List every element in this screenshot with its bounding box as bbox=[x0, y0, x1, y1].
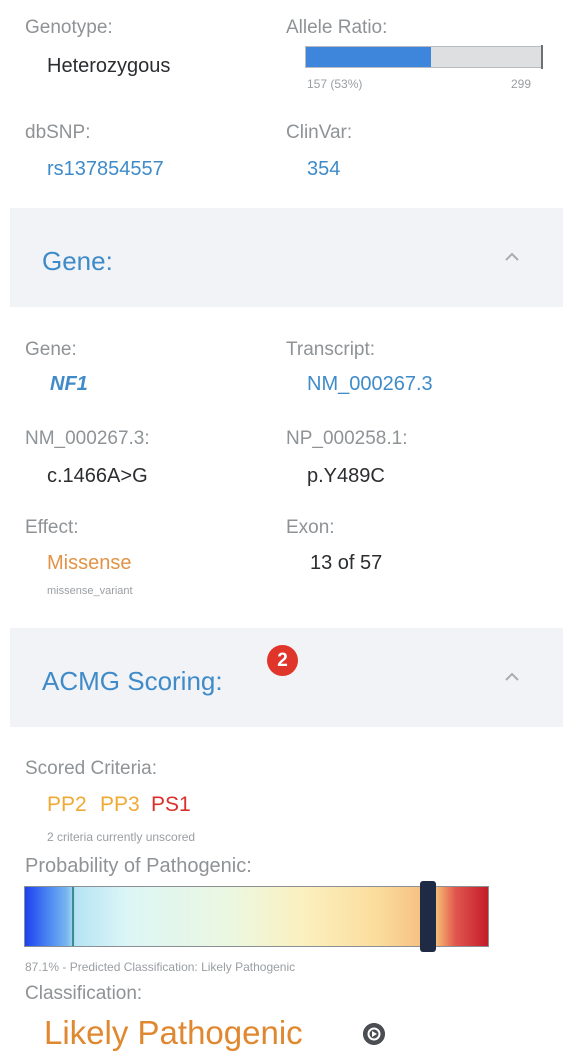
dbsnp-link[interactable]: rs137854557 bbox=[47, 158, 164, 181]
transcript-label: Transcript: bbox=[286, 339, 376, 360]
unscored-note: 2 criteria currently unscored bbox=[47, 830, 196, 844]
effect-subtype: missense_variant bbox=[47, 585, 133, 597]
exon-value: 13 of 57 bbox=[310, 552, 383, 574]
gene-section-title: Gene: bbox=[42, 246, 113, 276]
probability-caption: 87.1% - Predicted Classification: Likely… bbox=[25, 960, 296, 974]
cdna-value: c.1466A>G bbox=[47, 465, 148, 487]
clinvar-link[interactable]: 354 bbox=[307, 158, 340, 181]
variant-detail-panel: Genotype: Heterozygous Allele Ratio: 157… bbox=[0, 0, 563, 1055]
chevron-up-icon[interactable] bbox=[503, 250, 521, 264]
chevron-up-icon[interactable] bbox=[503, 670, 521, 684]
allele-ratio-bar bbox=[305, 45, 543, 69]
protein-value: p.Y489C bbox=[307, 465, 385, 487]
effect-value: Missense bbox=[47, 552, 132, 574]
gene-label: Gene: bbox=[25, 339, 77, 360]
allele-ratio-fill bbox=[306, 47, 431, 67]
effect-label: Effect: bbox=[25, 517, 79, 538]
criterion-pp3[interactable]: PP3 bbox=[100, 793, 140, 817]
allele-ratio-count: 157 (53%) bbox=[307, 77, 363, 91]
acmg-section-header[interactable]: ACMG Scoring: bbox=[10, 628, 563, 727]
notification-badge: 2 bbox=[267, 645, 298, 676]
exon-label: Exon: bbox=[286, 517, 335, 538]
acmg-section-title: ACMG Scoring: bbox=[42, 666, 223, 696]
classification-value: Likely Pathogenic bbox=[44, 1014, 303, 1051]
probability-marker bbox=[420, 881, 436, 952]
genotype-value: Heterozygous bbox=[47, 55, 171, 77]
transcript-link[interactable]: NM_000267.3 bbox=[307, 373, 433, 396]
probability-benign-divider bbox=[72, 887, 74, 946]
dbsnp-label: dbSNP: bbox=[25, 122, 91, 143]
info-arrow-icon[interactable] bbox=[363, 1023, 385, 1045]
pathogenicity-probability-bar bbox=[24, 881, 489, 952]
classification-label: Classification: bbox=[25, 983, 143, 1004]
allele-ratio-end-tick bbox=[541, 45, 543, 69]
gene-section-header[interactable]: Gene: bbox=[10, 208, 563, 307]
allele-ratio-label: Allele Ratio: bbox=[286, 17, 388, 38]
probability-label: Probability of Pathogenic: bbox=[25, 855, 252, 877]
clinvar-label: ClinVar: bbox=[286, 122, 353, 143]
cdna-label: NM_000267.3: bbox=[25, 428, 150, 449]
criterion-ps1[interactable]: PS1 bbox=[151, 793, 191, 817]
protein-label: NP_000258.1: bbox=[286, 428, 408, 449]
allele-ratio-total: 299 bbox=[511, 77, 532, 91]
gene-link[interactable]: NF1 bbox=[50, 373, 88, 396]
scored-criteria-label: Scored Criteria: bbox=[25, 758, 157, 779]
criterion-pp2[interactable]: PP2 bbox=[47, 793, 87, 817]
genotype-label: Genotype: bbox=[25, 17, 113, 38]
